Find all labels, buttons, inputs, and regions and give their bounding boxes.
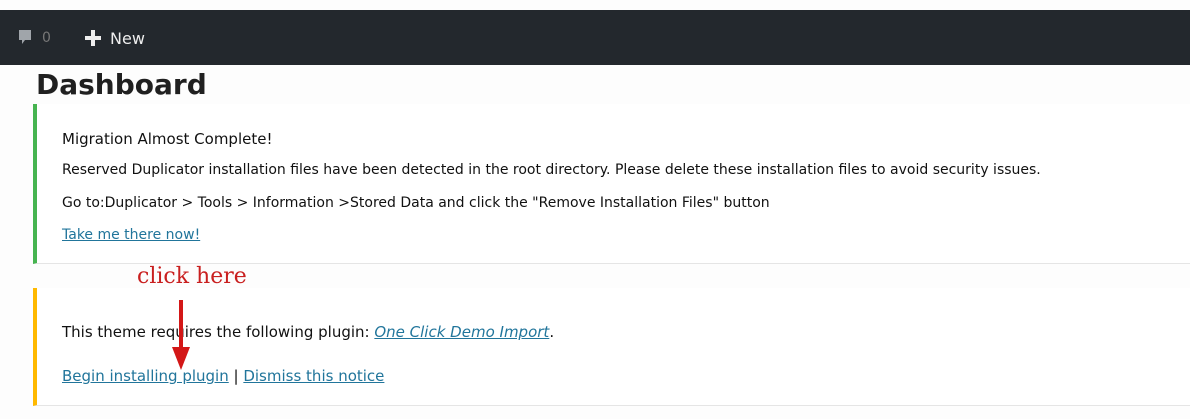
migration-title: Migration Almost Complete!: [62, 130, 273, 148]
take-me-there-link[interactable]: Take me there now!: [62, 225, 200, 245]
plugin-message-suffix: .: [549, 323, 555, 341]
plugin-name-link[interactable]: One Click Demo Import: [374, 323, 549, 341]
plugin-actions: Begin installing plugin | Dismiss this n…: [62, 365, 384, 387]
comment-bubble-icon: [19, 30, 31, 44]
wordpress-dashboard-screen: 0 New Dashboard Migration Almost Complet…: [0, 0, 1190, 419]
admin-bar: 0 New: [0, 10, 1190, 65]
comment-count: 0: [42, 30, 51, 46]
begin-installing-plugin-link[interactable]: Begin installing plugin: [62, 367, 229, 385]
dismiss-notice-link[interactable]: Dismiss this notice: [243, 367, 384, 385]
comments-menu[interactable]: 0: [18, 28, 51, 48]
migration-message: Reserved Duplicator installation files h…: [62, 162, 1041, 178]
arrow-down-icon: [172, 300, 190, 370]
migration-instruction: Go to:Duplicator > Tools > Information >…: [62, 195, 770, 211]
action-separator: |: [228, 367, 244, 385]
plugin-required-notice: This theme requires the following plugin…: [33, 288, 1190, 406]
page-title: Dashboard: [36, 67, 207, 101]
new-content-menu[interactable]: New: [84, 28, 145, 48]
plugin-message-prefix: This theme requires the following plugin…: [62, 323, 375, 341]
click-here-annotation: click here: [137, 264, 247, 289]
migration-notice: Migration Almost Complete! Reserved Dupl…: [33, 104, 1190, 264]
plus-icon: [85, 30, 101, 46]
plugin-message: This theme requires the following plugin…: [62, 321, 554, 343]
new-label: New: [110, 28, 145, 48]
